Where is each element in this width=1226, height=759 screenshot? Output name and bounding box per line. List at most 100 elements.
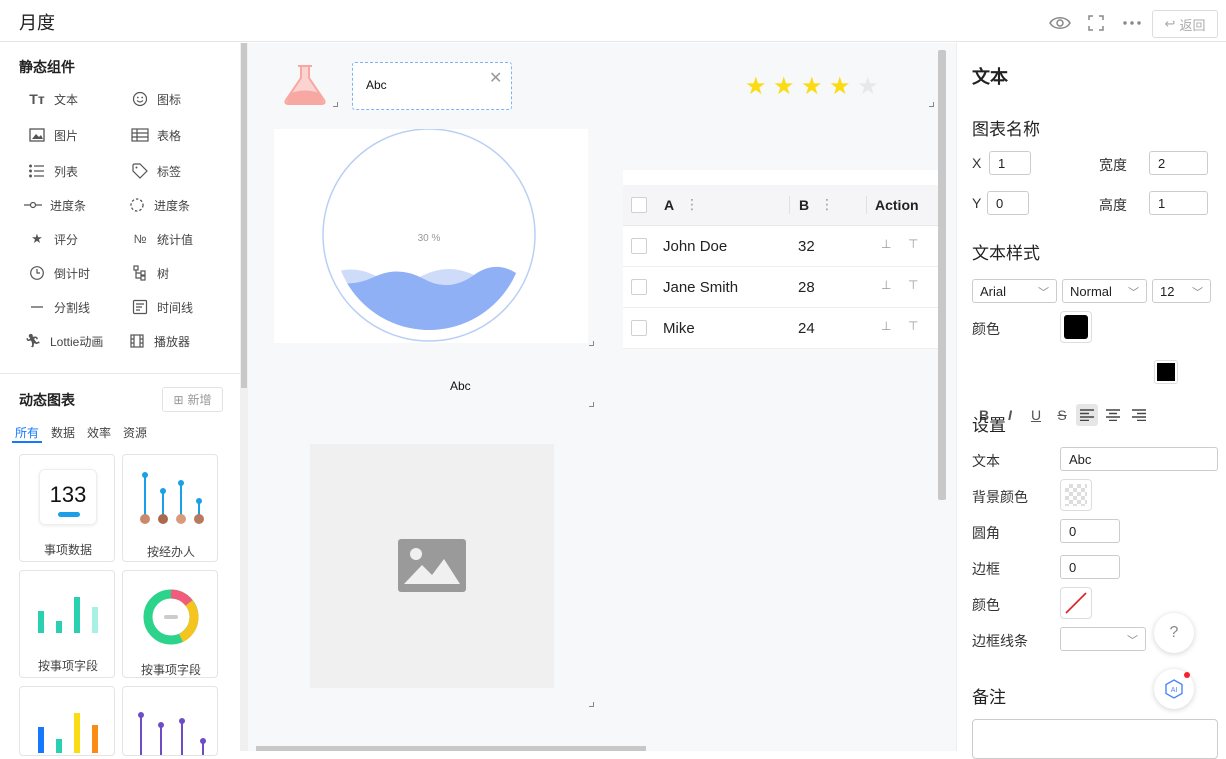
component-icon[interactable]: 图标 — [131, 89, 181, 109]
selected-text-box[interactable]: Abc ✕ — [352, 62, 512, 110]
border-line-select[interactable]: ﹀ — [1060, 627, 1146, 651]
chart-card-item-data[interactable]: 133 事项数据 — [19, 454, 115, 562]
canvas-vertical-scrollbar[interactable] — [938, 50, 946, 500]
resize-handle[interactable] — [589, 702, 594, 707]
bg-color-swatch[interactable] — [1060, 479, 1092, 511]
flask-icon[interactable] — [282, 64, 328, 106]
tab-all[interactable]: 所有 — [15, 424, 39, 441]
component-progress-circle[interactable]: 进度条 — [128, 195, 190, 215]
section-divider — [0, 373, 240, 374]
font-family-select[interactable]: Arial ﹀ — [972, 279, 1057, 303]
component-tree[interactable]: 树 — [131, 263, 169, 283]
star-icon-5[interactable]: ★ — [857, 72, 879, 101]
border-input[interactable]: 0 — [1060, 555, 1120, 579]
font-size-select[interactable]: 12 ﹀ — [1152, 279, 1211, 303]
ai-icon: AI — [1165, 679, 1183, 699]
chart-card-by-assignee[interactable]: 按经办人 — [122, 454, 218, 562]
insert-above-icon[interactable]: ⊥ — [881, 278, 891, 292]
align-left-icon[interactable] — [1076, 404, 1098, 426]
cell-value: 28 — [798, 279, 815, 296]
text-color-swatch[interactable] — [1060, 311, 1092, 343]
liquid-fill-chart[interactable]: 30 % — [274, 128, 588, 343]
close-icon[interactable]: ✕ — [489, 68, 502, 88]
tab-efficiency[interactable]: 效率 — [87, 424, 111, 441]
insert-above-icon[interactable]: ⊥ — [881, 319, 891, 333]
chart-card-lollipop-2[interactable] — [122, 686, 218, 756]
component-statistic[interactable]: № 统计值 — [131, 229, 193, 249]
insert-below-icon[interactable]: ⊤ — [908, 237, 918, 251]
data-table[interactable]: A ⋮ B ⋮ Action John Doe 32 ⊥ ⊤ Jane Smit… — [623, 170, 938, 349]
star-icon-4[interactable]: ★ — [829, 72, 851, 101]
component-lottie[interactable]: 🏃︎ Lottie动画 — [24, 331, 104, 351]
align-right-icon[interactable] — [1128, 404, 1150, 426]
resize-handle[interactable] — [589, 402, 594, 407]
star-icon-2[interactable]: ★ — [773, 72, 795, 101]
image-placeholder[interactable] — [310, 444, 554, 688]
component-rating[interactable]: ★ 评分 — [28, 229, 78, 249]
component-countdown[interactable]: 倒计时 — [28, 263, 90, 283]
resize-handle[interactable] — [929, 102, 934, 107]
back-label: 返回 — [1179, 17, 1206, 33]
add-chart-button[interactable]: ⊞ 新增 — [162, 387, 223, 412]
highlight-color-swatch[interactable] — [1154, 360, 1178, 384]
ai-assistant-button[interactable]: AI — [1154, 669, 1194, 709]
tab-data[interactable]: 数据 — [51, 424, 75, 441]
column-header-b[interactable]: B — [799, 197, 809, 213]
font-weight-select[interactable]: Normal ﹀ — [1062, 279, 1147, 303]
insert-below-icon[interactable]: ⊤ — [908, 278, 918, 292]
chart-card-bar-2[interactable] — [19, 686, 115, 756]
svg-text:AI: AI — [1171, 687, 1178, 694]
tab-resource[interactable]: 资源 — [123, 424, 147, 441]
row-checkbox[interactable] — [631, 320, 647, 336]
star-icon-1[interactable]: ★ — [745, 72, 767, 101]
component-player[interactable]: 播放器 — [128, 331, 190, 351]
chart-card-by-field-bar[interactable]: 按事项字段 — [19, 570, 115, 678]
rating-widget[interactable]: ★ ★ ★ ★ ★ — [745, 72, 885, 100]
eye-icon[interactable] — [1049, 12, 1071, 34]
text-input[interactable]: Abc — [1060, 447, 1218, 471]
star-icon-3[interactable]: ★ — [801, 72, 823, 101]
table-row[interactable]: John Doe 32 ⊥ ⊤ — [623, 226, 938, 267]
resize-handle[interactable] — [333, 102, 338, 107]
component-tag[interactable]: 标签 — [131, 161, 181, 181]
table-row[interactable]: Mike 24 ⊥ ⊤ — [623, 308, 938, 349]
canvas-horizontal-scrollbar[interactable] — [256, 746, 646, 751]
help-button[interactable]: ? — [1154, 613, 1194, 653]
notes-textarea[interactable] — [972, 719, 1218, 759]
component-progress-line[interactable]: 进度条 — [24, 195, 86, 215]
select-all-checkbox[interactable] — [631, 197, 647, 213]
insert-above-icon[interactable]: ⊥ — [881, 237, 891, 251]
row-checkbox[interactable] — [631, 279, 647, 295]
insert-below-icon[interactable]: ⊤ — [908, 319, 918, 333]
strikethrough-icon[interactable]: S — [1051, 404, 1073, 426]
progress-line-icon — [24, 196, 42, 214]
component-timeline[interactable]: 时间线 — [131, 297, 193, 317]
more-icon[interactable] — [1121, 12, 1143, 34]
x-input[interactable]: 1 — [989, 151, 1031, 175]
bg-color-label: 背景颜色 — [972, 489, 1028, 505]
column-menu-icon[interactable]: ⋮ — [685, 196, 699, 213]
column-header-a[interactable]: A — [664, 197, 674, 213]
sidebar-scrollbar[interactable] — [240, 43, 248, 751]
caption-text[interactable]: Abc — [450, 379, 471, 393]
width-input[interactable]: 2 — [1149, 151, 1208, 175]
underline-icon[interactable]: U — [1025, 404, 1047, 426]
back-button[interactable]: ↩ 返回 — [1152, 10, 1218, 38]
component-table[interactable]: 表格 — [131, 125, 181, 145]
align-center-icon[interactable] — [1102, 404, 1124, 426]
component-divider[interactable]: 分割线 — [28, 297, 90, 317]
resize-handle[interactable] — [589, 341, 594, 346]
table-row[interactable]: Jane Smith 28 ⊥ ⊤ — [623, 267, 938, 308]
color-label: 颜色 — [972, 321, 1000, 337]
radius-input[interactable]: 0 — [1060, 519, 1120, 543]
column-menu-icon[interactable]: ⋮ — [820, 196, 834, 213]
component-text[interactable]: Tт 文本 — [28, 89, 78, 109]
height-input[interactable]: 1 — [1149, 191, 1208, 215]
fullscreen-icon[interactable] — [1085, 12, 1107, 34]
component-list[interactable]: 列表 — [28, 161, 78, 181]
row-checkbox[interactable] — [631, 238, 647, 254]
y-input[interactable]: 0 — [987, 191, 1029, 215]
chart-card-by-field-donut[interactable]: 按事项字段 — [122, 570, 218, 678]
border-color-swatch[interactable] — [1060, 587, 1092, 619]
component-image[interactable]: 图片 — [28, 125, 78, 145]
